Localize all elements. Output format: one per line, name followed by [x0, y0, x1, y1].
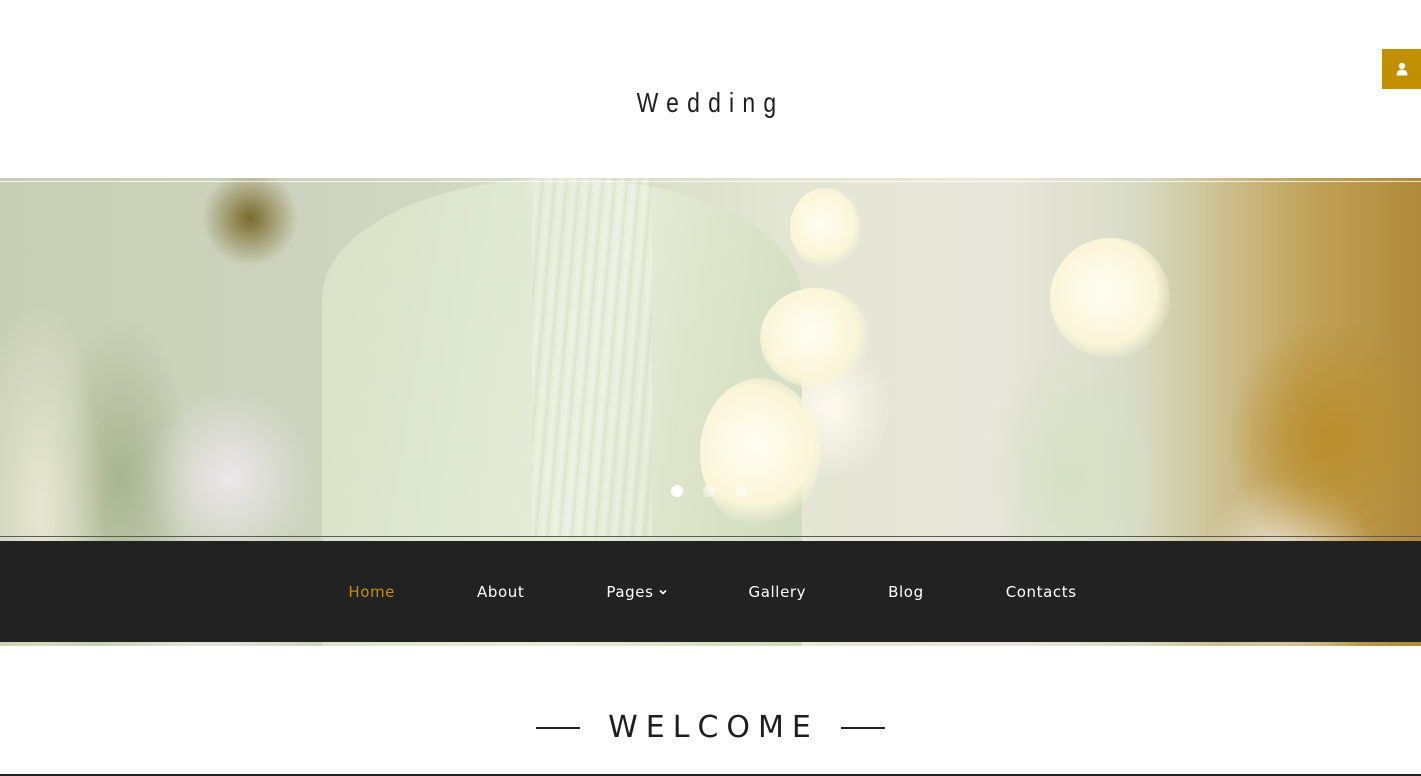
hero-image-flower — [760, 288, 870, 388]
site-title[interactable]: Wedding — [128, 87, 1293, 119]
nav-item-about[interactable]: About — [477, 583, 524, 601]
nav-item-label: Contacts — [1005, 582, 1077, 601]
nav-item-gallery[interactable]: Gallery — [749, 583, 807, 601]
nav-item-label: Gallery — [748, 582, 807, 601]
hero-bottom-border — [0, 536, 1421, 537]
nav-item-blog[interactable]: Blog — [888, 583, 924, 601]
user-icon — [1396, 62, 1407, 76]
nav-item-label: Pages — [606, 582, 654, 601]
slider-dot-2[interactable] — [703, 485, 715, 497]
user-account-button[interactable] — [1382, 49, 1421, 89]
slider-dot-3[interactable] — [735, 485, 747, 497]
chevron-down-icon — [658, 589, 667, 595]
welcome-heading: WELCOME — [0, 710, 1421, 745]
welcome-section: WELCOME — [0, 646, 1421, 776]
nav-list: Home About Pages Gallery Blog Contacts — [0, 541, 1421, 642]
welcome-title: WELCOME — [608, 710, 819, 745]
nav-item-label: About — [477, 582, 525, 601]
nav-item-label: Blog — [888, 582, 924, 601]
hero-image-flower — [700, 378, 820, 528]
nav-item-contacts[interactable]: Contacts — [1006, 583, 1077, 601]
nav-item-label: Home — [348, 582, 396, 601]
hero-image-flower — [1050, 238, 1170, 358]
heading-rule-right — [840, 726, 885, 729]
heading-rule-left — [536, 726, 581, 729]
nav-item-home[interactable]: Home — [348, 583, 395, 601]
main-navigation: Home About Pages Gallery Blog Contacts — [0, 541, 1421, 642]
hero-top-border — [0, 181, 1421, 182]
hero-image-flower — [790, 188, 860, 268]
site-header: Wedding — [0, 0, 1421, 178]
nav-item-pages[interactable]: Pages — [606, 582, 667, 601]
slider-pagination — [671, 485, 747, 497]
slider-dot-1[interactable] — [671, 485, 683, 497]
